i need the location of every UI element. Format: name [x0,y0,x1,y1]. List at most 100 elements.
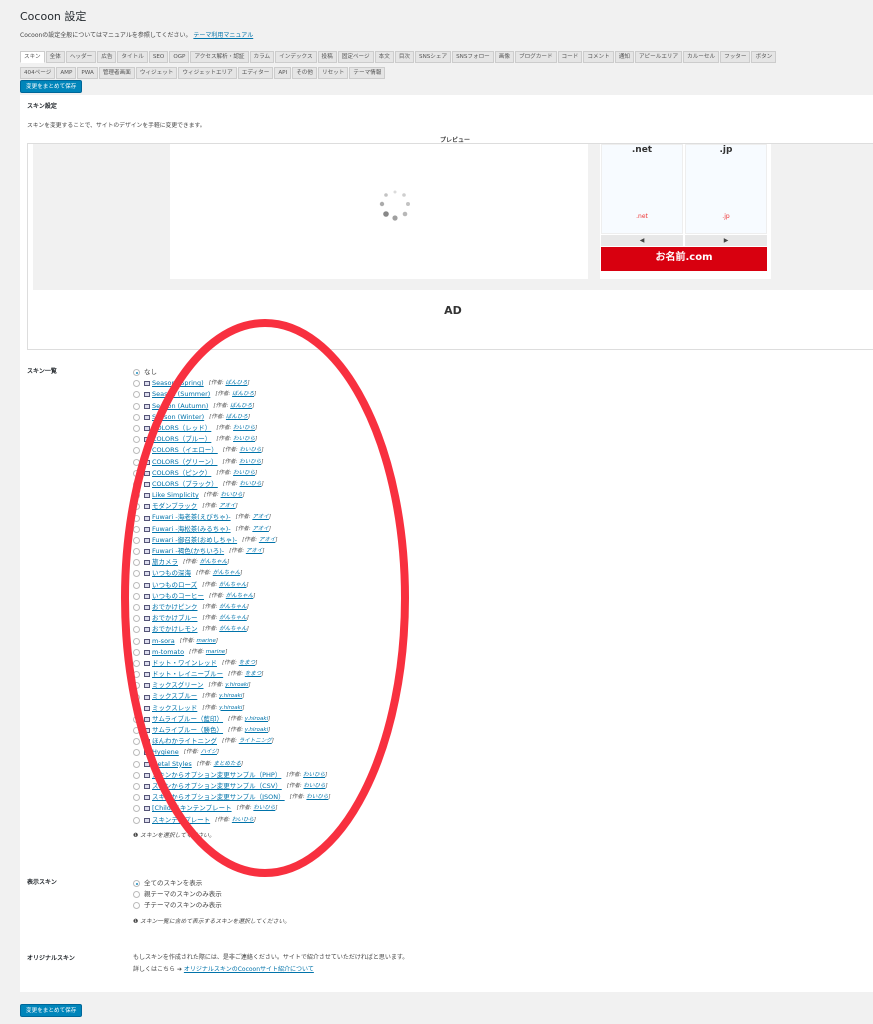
author-link[interactable]: がんちゃん [219,626,247,632]
author-link[interactable]: をまつ [245,671,262,677]
skin-name-link[interactable]: 旅カメラ [152,557,178,568]
tab-item[interactable]: スキン [20,51,45,63]
author-link[interactable]: y.hiroaki [219,705,242,711]
skin-name-link[interactable]: スキンテンプレート [152,815,210,826]
tab-item[interactable]: 本文 [374,51,394,63]
tab-item[interactable]: 目次 [394,51,415,63]
skin-option[interactable]: 旅カメラ [作者: がんちゃん] [133,557,331,568]
skin-name-link[interactable]: Hygiene [152,747,179,758]
radio-button[interactable] [133,794,140,802]
skin-option[interactable]: おでかけピンク [作者: がんちゃん] [133,602,331,613]
radio-button[interactable] [133,447,140,455]
skin-name-link[interactable]: COLORS（ブルー） [152,434,211,445]
author-link[interactable]: ばんひろ [226,414,248,420]
tab-item[interactable]: 画像 [494,51,514,63]
skin-name-link[interactable]: Fuwari -褐色(かちいろ)- [152,546,224,557]
skin-option[interactable]: モダンブラック [作者: アオイ] [133,501,331,512]
tab-item[interactable]: カルーセル [683,51,720,63]
author-link[interactable]: アオイ [259,537,276,543]
tab-item[interactable]: アピールエリア [634,51,683,63]
skin-name-link[interactable]: m-sora [152,636,175,647]
tab-item[interactable]: フッター [720,51,751,63]
radio-button[interactable] [133,891,140,899]
author-link[interactable]: アオイ [219,503,236,509]
author-link[interactable]: がんちゃん [219,604,247,610]
skin-option[interactable]: Fuwari -海松茶(みるちゃ)- [作者: アオイ] [133,524,331,535]
skin-option-none[interactable]: なし [133,367,331,378]
skin-option[interactable]: サムライブルー（勝色） [作者: y.hiroaki] [133,725,331,736]
author-link[interactable]: y.hiroaki [225,682,248,688]
radio-button[interactable] [133,492,140,500]
radio-button[interactable] [133,480,140,488]
radio-button[interactable] [133,671,140,679]
ad-prev-button[interactable]: ◀ [601,235,683,246]
skin-option[interactable]: ミックスグリーン [作者: y.hiroaki] [133,680,331,691]
skin-option[interactable]: スキンからオプション変更サンプル（PHP） [作者: わいひら] [133,770,331,781]
radio-button[interactable] [133,525,140,533]
skin-option[interactable]: Season (Spring) [作者: ばんひろ] [133,378,331,389]
radio-button[interactable] [133,902,140,910]
tab-item[interactable]: カラム [249,51,275,63]
skin-option[interactable]: ドット・ワインレッド [作者: をまつ] [133,658,331,669]
skin-name-link[interactable]: ミックスレッド [152,703,197,714]
author-link[interactable]: ばんひろ [232,391,254,397]
skin-name-link[interactable]: Fuwari -御召茶(おめしちゃ)- [152,535,237,546]
skin-option[interactable]: いつものコーヒー [作者: がんちゃん] [133,591,331,602]
radio-button[interactable] [133,715,140,723]
author-link[interactable]: アオイ [252,526,269,532]
save-button-bottom[interactable]: 変更をまとめて保存 [20,1004,83,1017]
skin-name-link[interactable]: Like Simplicity [152,490,199,501]
author-link[interactable]: アオイ [246,548,263,554]
tab-item[interactable]: 投稿 [317,51,337,63]
radio-button[interactable] [133,514,140,522]
author-link[interactable]: わいひら [306,794,328,800]
skin-name-link[interactable]: スキンからオプション変更サンプル（JSON） [152,792,285,803]
radio-button[interactable] [133,626,140,634]
skin-name-link[interactable]: Season (Spring) [152,378,204,389]
radio-button[interactable] [133,727,140,735]
tab-item[interactable]: タイトル [117,51,148,63]
skin-option[interactable]: Season (Winter) [作者: ばんひろ] [133,412,331,423]
author-link[interactable]: y.hiroaki [245,727,268,733]
skin-option[interactable]: Fuwari -褐色(かちいろ)- [作者: アオイ] [133,546,331,557]
radio-button[interactable] [133,704,140,712]
radio-button[interactable] [133,413,140,421]
skin-option[interactable]: COLORS（レッド） [作者: わいひら] [133,423,331,434]
skin-name-link[interactable]: Fuwari -海松茶(みるちゃ)- [152,524,231,535]
author-link[interactable]: ライトニング [239,738,272,744]
author-link[interactable]: わいひら [303,783,325,789]
radio-button[interactable] [133,760,140,768]
tab-item[interactable]: ウィジェット [135,67,178,79]
skin-option[interactable]: COLORS（ブラック） [作者: わいひら] [133,479,331,490]
author-link[interactable]: ばんひろ [230,403,252,409]
skin-name-link[interactable]: COLORS（イエロー） [152,445,218,456]
skin-option[interactable]: COLORS（ピンク） [作者: わいひら] [133,468,331,479]
skin-name-link[interactable]: サムライブルー（藍印） [152,714,223,725]
author-link[interactable]: ばんひろ [225,380,247,386]
author-link[interactable]: わいひら [233,436,255,442]
display-skin-option[interactable]: 子テーマのスキンのみ表示 [133,900,290,911]
original-skin-link[interactable]: オリジナルスキンのCocoonサイト紹介について [184,966,314,973]
skin-option[interactable]: おでかけレモン [作者: がんちゃん] [133,624,331,635]
ad-next-button[interactable]: ▶ [685,235,767,246]
tab-item[interactable]: 固定ページ [337,51,374,63]
author-link[interactable]: わいひら [240,447,262,453]
skin-option[interactable]: COLORS（グリーン） [作者: わいひら] [133,457,331,468]
radio-button[interactable] [133,380,140,388]
author-link[interactable]: がんちゃん [200,559,228,565]
author-link[interactable]: y.hiroaki [219,693,242,699]
tab-item[interactable]: アクセス解析・認証 [190,51,249,63]
skin-name-link[interactable]: ミックスブルー [152,691,197,702]
author-link[interactable]: をまつ [239,660,256,666]
author-link[interactable]: わいひら [221,492,243,498]
tab-item[interactable]: 広告 [97,51,117,63]
skin-name-link[interactable]: ドット・ワインレッド [152,658,217,669]
author-link[interactable]: わいひら [239,459,261,465]
tab-item[interactable]: 全体 [45,51,65,63]
radio-button[interactable] [133,458,140,466]
radio-button[interactable] [133,682,140,690]
radio-button[interactable] [133,436,140,444]
skin-name-link[interactable]: Fuwari -海老茶(えびちゃ)- [152,512,231,523]
skin-option[interactable]: [Child]スキンテンプレート [作者: わいひら] [133,803,331,814]
radio-button[interactable] [133,805,140,813]
